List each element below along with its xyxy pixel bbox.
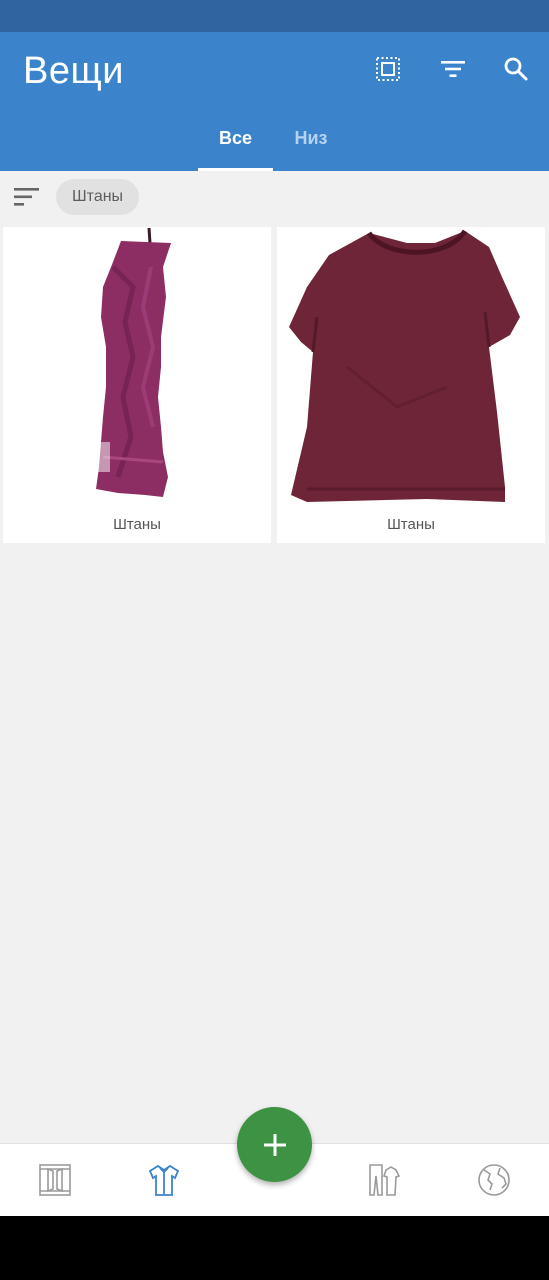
tab-bottom[interactable]: Низ [280,118,342,171]
page-title: Вещи [23,50,124,92]
outfits-icon[interactable] [364,1160,404,1200]
filter-row: Штаны [0,171,549,226]
search-icon[interactable] [501,54,531,84]
item-caption: Штаны [387,516,435,533]
pants-photo [3,227,271,512]
add-item-button[interactable] [237,1107,312,1182]
tab-bottom-label: Низ [294,128,328,148]
wardrobe-icon[interactable] [35,1160,75,1200]
select-all-icon[interactable] [373,54,403,84]
system-nav-bar [0,1216,549,1280]
plus-icon [263,1133,286,1156]
item-card[interactable]: Штаны [3,227,271,543]
app-bar: Вещи Все Низ [0,32,549,171]
shirt-icon[interactable] [144,1160,184,1200]
item-caption: Штаны [113,516,161,533]
tab-all-label: Все [218,128,253,148]
globe-icon[interactable] [474,1160,514,1200]
status-bar [0,0,549,32]
filter-icon[interactable] [438,54,468,84]
sort-icon[interactable] [13,187,41,209]
filter-chip[interactable]: Штаны [56,179,140,215]
tab-all[interactable]: Все [198,118,273,171]
tshirt-photo [277,227,545,512]
item-card[interactable]: Штаны [277,227,545,543]
